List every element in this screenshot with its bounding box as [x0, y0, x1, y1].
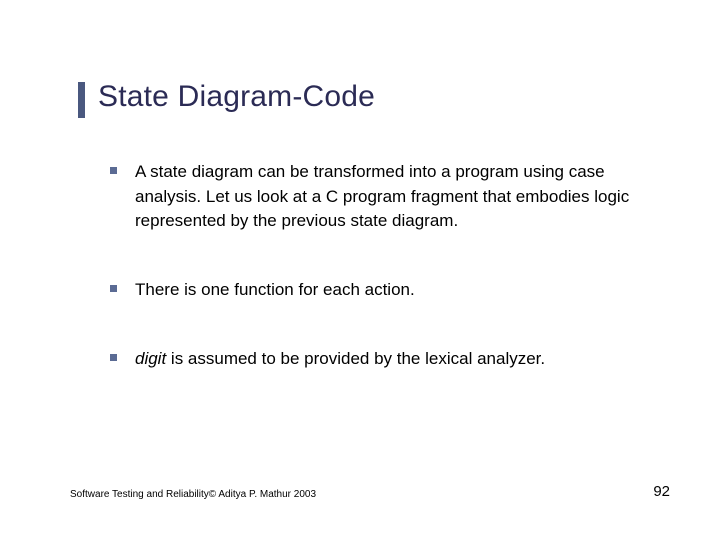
- slide-title: State Diagram-Code: [98, 80, 375, 114]
- bullet-square-icon: [110, 167, 117, 174]
- bullet-text-rest: is assumed to be provided by the lexical…: [166, 349, 545, 368]
- list-item: A state diagram can be transformed into …: [110, 160, 660, 234]
- footer-credit: Software Testing and Reliability© Aditya…: [70, 489, 316, 500]
- list-item: There is one function for each action.: [110, 278, 660, 303]
- title-accent-bar: [78, 82, 85, 118]
- bullet-text: digit is assumed to be provided by the l…: [135, 347, 545, 372]
- italic-term: digit: [135, 349, 166, 368]
- list-item: digit is assumed to be provided by the l…: [110, 347, 660, 372]
- bullet-text: A state diagram can be transformed into …: [135, 160, 660, 234]
- content-area: A state diagram can be transformed into …: [110, 160, 660, 415]
- slide: State Diagram-Code A state diagram can b…: [0, 0, 720, 540]
- bullet-text: There is one function for each action.: [135, 278, 415, 303]
- bullet-square-icon: [110, 354, 117, 361]
- title-block: State Diagram-Code: [78, 80, 375, 114]
- page-number: 92: [653, 483, 670, 500]
- bullet-square-icon: [110, 285, 117, 292]
